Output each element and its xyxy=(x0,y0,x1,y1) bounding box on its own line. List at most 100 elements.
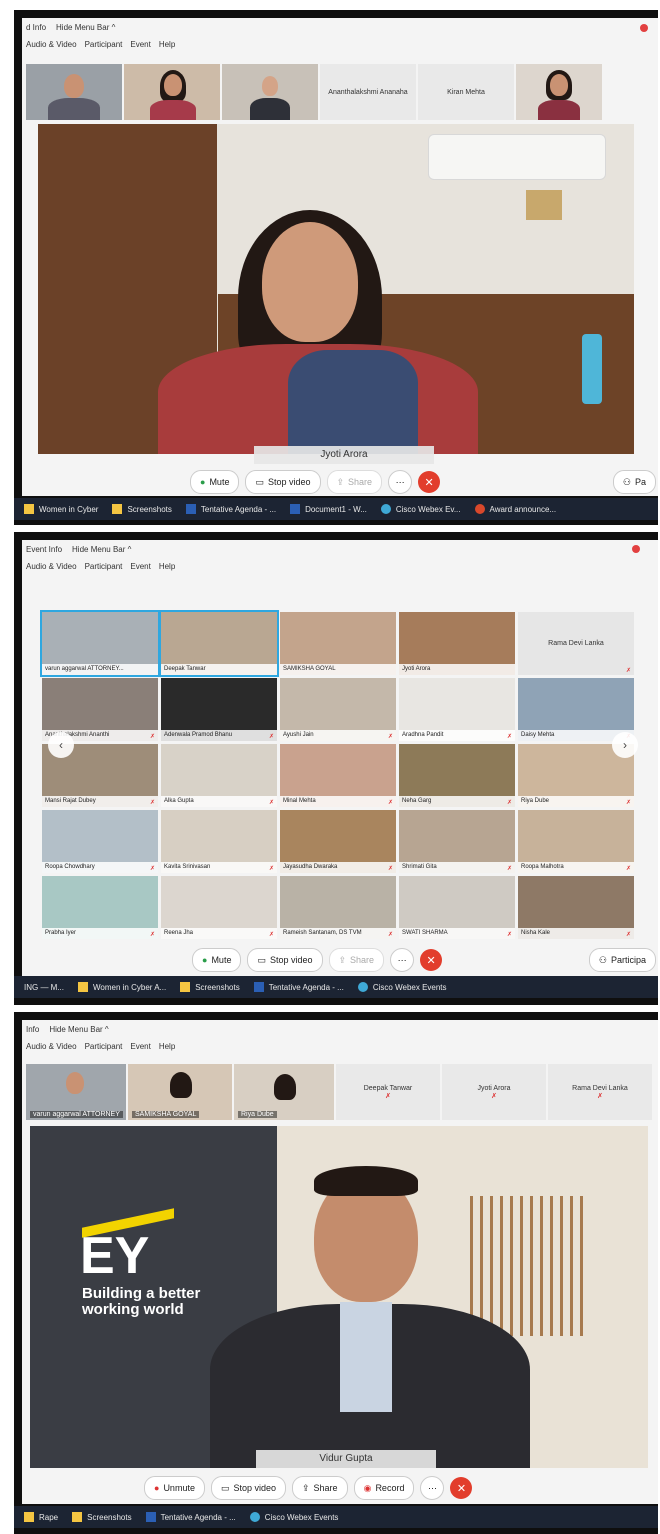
taskbar-item[interactable]: Rape xyxy=(24,1512,58,1522)
grid-tile[interactable]: Deepak Tanwar xyxy=(159,610,279,677)
close-icon[interactable] xyxy=(632,545,640,553)
taskbar-label: Women in Cyber xyxy=(39,504,99,514)
grid-tile[interactable]: Alka Gupta ✗ xyxy=(161,744,277,807)
share-button[interactable]: ⇪ Share xyxy=(328,948,385,972)
taskbar-item[interactable]: Tentative Agenda - ... xyxy=(145,1512,236,1522)
muted-mic-icon: ✗ xyxy=(385,1092,391,1100)
more-options-button[interactable]: ··· xyxy=(420,1476,445,1500)
grid-tile[interactable]: Minal Mehta ✗ xyxy=(280,744,396,807)
ey-tagline-line1: Building a better xyxy=(82,1285,201,1302)
grid-tile[interactable]: SWATI SHARMA ✗ xyxy=(399,876,515,939)
hide-menu-bar-button[interactable]: Hide Menu Bar ^ xyxy=(72,545,131,554)
more-options-button[interactable]: ··· xyxy=(390,948,415,972)
grid-tile-audio-only[interactable]: Rama Devi Lanka ✗ xyxy=(518,612,634,675)
event-info-menu[interactable]: d Info xyxy=(26,23,46,32)
menu-event[interactable]: Event xyxy=(130,562,150,571)
menu-help[interactable]: Help xyxy=(159,562,175,571)
ey-logo: EY xyxy=(80,1227,150,1285)
menu-audio-video[interactable]: Audio & Video xyxy=(26,1042,77,1051)
participant-thumbnail[interactable]: Riya Dube xyxy=(234,1064,334,1120)
stop-video-button[interactable]: ▭ Stop video xyxy=(210,1476,286,1500)
participant-thumbnail[interactable] xyxy=(124,64,220,120)
mute-button[interactable]: ● Mute xyxy=(192,948,242,972)
taskbar-label: Women in Cyber A... xyxy=(93,982,167,992)
stop-video-button[interactable]: ▭ Stop video xyxy=(247,948,323,972)
taskbar-item[interactable]: Screenshots xyxy=(180,982,240,992)
unmute-button[interactable]: ● Unmute xyxy=(144,1476,205,1500)
participant-name: varun aggarwal ATTORNEY... xyxy=(42,664,158,675)
participants-button[interactable]: ⚇ Participa xyxy=(588,948,656,972)
menu-event[interactable]: Event xyxy=(130,1042,150,1051)
participant-thumbnail[interactable] xyxy=(26,64,122,120)
mute-button[interactable]: ● Mute xyxy=(190,470,240,494)
grid-tile[interactable]: Neha Garg ✗ xyxy=(399,744,515,807)
grid-tile[interactable]: Adenwala Pramod Bhanu ✗ xyxy=(161,678,277,741)
participant-thumbnail-audio-only[interactable]: Jyoti Arora ✗ xyxy=(442,1064,546,1120)
menu-help[interactable]: Help xyxy=(159,1042,175,1051)
taskbar-item[interactable]: ING — M... xyxy=(24,983,64,992)
participant-thumbnail-audio-only[interactable]: Deepak Tanwar ✗ xyxy=(336,1064,440,1120)
grid-tile[interactable]: Reena Jha ✗ xyxy=(161,876,277,939)
taskbar-item[interactable]: Tentative Agenda - ... xyxy=(185,504,276,514)
hide-menu-bar-button[interactable]: Hide Menu Bar ^ xyxy=(49,1025,108,1034)
more-options-button[interactable]: ··· xyxy=(388,470,413,494)
taskbar-item[interactable]: Document1 - W... xyxy=(290,504,367,514)
participant-thumbnail-audio-only[interactable]: Rama Devi Lanka ✗ xyxy=(548,1064,652,1120)
participant-thumbnail[interactable] xyxy=(222,64,318,120)
end-call-button[interactable]: ✕ xyxy=(450,1477,473,1499)
menu-bar: Event Info Hide Menu Bar ^ xyxy=(22,540,658,558)
grid-tile[interactable]: Rameish Santanam, DS TVM ✗ xyxy=(280,876,396,939)
menu-audio-video[interactable]: Audio & Video xyxy=(26,562,77,571)
menu-participant[interactable]: Participant xyxy=(85,40,123,49)
taskbar-item[interactable]: Cisco Webex Ev... xyxy=(380,504,461,514)
grid-tile[interactable]: Jayasudha Dwaraka ✗ xyxy=(280,810,396,873)
record-button[interactable]: ◉ Record xyxy=(353,1476,415,1500)
taskbar-item[interactable]: Screenshots xyxy=(112,504,172,514)
grid-tile[interactable]: Daisy Mehta✗ xyxy=(518,678,634,741)
speaker-face xyxy=(262,222,358,342)
participant-thumbnail-audio-only[interactable]: Ananthalakshmi Ananaha xyxy=(320,64,416,120)
webex-icon xyxy=(380,504,391,514)
participants-button[interactable]: ⚇ Pa xyxy=(612,470,656,494)
menu-audio-video[interactable]: Audio & Video xyxy=(26,40,77,49)
participant-thumbnail[interactable] xyxy=(516,64,602,120)
grid-tile[interactable]: Aradhna Pandit ✗ xyxy=(399,678,515,741)
taskbar-item[interactable]: Cisco Webex Events xyxy=(357,982,447,992)
grid-tile[interactable]: Jyoti Arora xyxy=(399,612,515,675)
participant-thumbnail[interactable]: SAMIKSHA GOYAL xyxy=(128,1064,232,1120)
grid-tile[interactable]: SAMIKSHA GOYAL xyxy=(280,612,396,675)
previous-page-button[interactable]: ‹ xyxy=(48,732,74,758)
taskbar-item[interactable]: Cisco Webex Events xyxy=(249,1512,338,1522)
event-info-menu[interactable]: Info xyxy=(26,1025,39,1034)
taskbar-item[interactable]: Women in Cyber A... xyxy=(78,982,166,992)
participant-thumbnail-audio-only[interactable]: Kiran Mehta xyxy=(418,64,514,120)
grid-tile[interactable]: varun aggarwal ATTORNEY... xyxy=(40,610,160,677)
next-page-button[interactable]: › xyxy=(612,732,638,758)
stop-video-button[interactable]: ▭ Stop video xyxy=(245,470,321,494)
taskbar-item[interactable]: Tentative Agenda - ... xyxy=(253,982,344,992)
end-call-button[interactable]: ✕ xyxy=(420,949,443,971)
menu-participant[interactable]: Participant xyxy=(85,1042,123,1051)
participant-thumbnail[interactable]: varun aggarwal ATTORNEY xyxy=(26,1064,126,1120)
grid-tile[interactable]: Nisha Kale ✗ xyxy=(518,876,634,939)
share-button[interactable]: ⇪ Share xyxy=(326,470,383,494)
word-icon xyxy=(290,504,301,514)
grid-tile[interactable]: Kavita Srinivasan ✗ xyxy=(161,810,277,873)
menu-event[interactable]: Event xyxy=(130,40,150,49)
taskbar-item[interactable]: Women in Cyber xyxy=(24,504,98,514)
event-info-menu[interactable]: Event Info xyxy=(26,545,62,554)
grid-tile[interactable]: Prabha Iyer ✗ xyxy=(42,876,158,939)
close-icon[interactable] xyxy=(640,24,648,32)
share-button[interactable]: ⇪ Share xyxy=(292,1476,348,1500)
taskbar-item[interactable]: Award announce... xyxy=(474,504,556,514)
grid-tile[interactable]: Ayushi Jain ✗ xyxy=(280,678,396,741)
grid-tile[interactable]: Roopa Chowdhary ✗ xyxy=(42,810,158,873)
participant-hair xyxy=(170,1072,192,1098)
grid-tile[interactable]: Shrimati Gita ✗ xyxy=(399,810,515,873)
menu-help[interactable]: Help xyxy=(159,40,175,49)
grid-tile[interactable]: Roopa Malhotra ✗ xyxy=(518,810,634,873)
taskbar-item[interactable]: Screenshots xyxy=(72,1512,132,1522)
hide-menu-bar-button[interactable]: Hide Menu Bar ^ xyxy=(56,23,115,32)
end-call-button[interactable]: ✕ xyxy=(418,471,441,493)
menu-participant[interactable]: Participant xyxy=(85,562,123,571)
